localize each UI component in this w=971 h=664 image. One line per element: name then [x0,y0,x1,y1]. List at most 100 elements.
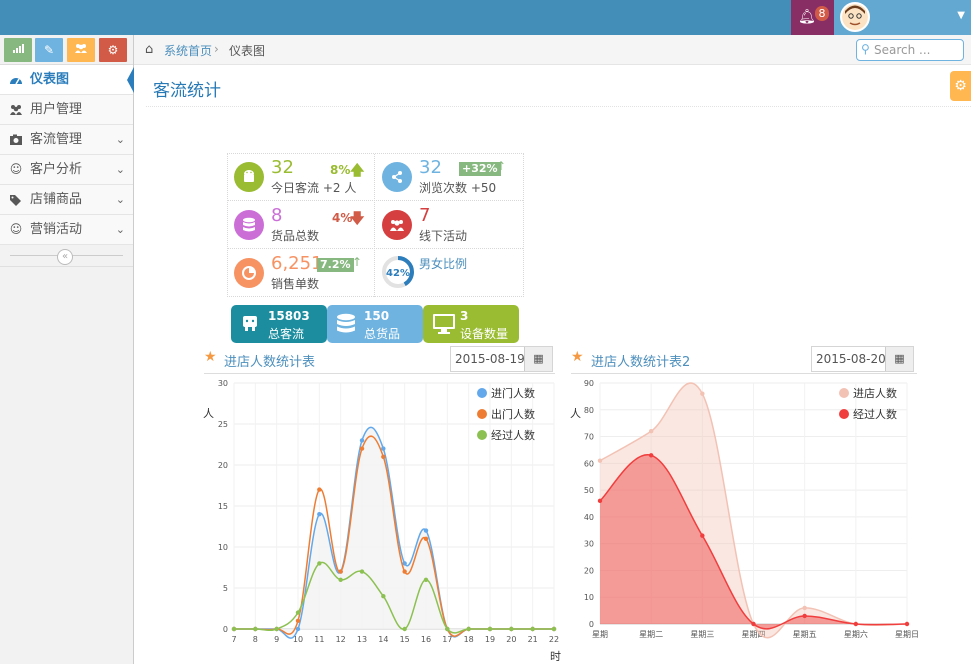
legend-marker [477,388,487,398]
data-point [597,458,603,463]
data-point [509,626,514,632]
date-input[interactable]: 2015-08-20 [816,352,886,366]
stat-total-products[interactable]: 150 总货品 [327,305,423,343]
chart1-xlabel: 时 [550,650,561,663]
sidebar-item-marketing[interactable]: ☺ 营销活动 ⌄ [0,215,133,245]
share-icon [382,162,412,192]
y-tick-label: 25 [218,420,228,429]
smile-icon: ☺ [9,222,23,236]
data-point [700,391,705,396]
y-tick-label: 60 [584,459,594,468]
stat-device-count[interactable]: 3 设备数量 [423,305,519,343]
y-tick-label: 10 [584,593,594,602]
y-tick-label: 80 [584,406,594,415]
settings-button[interactable]: ⚙ [950,71,971,101]
date-input[interactable]: 2015-08-19 [455,352,525,366]
sidebar-item-dashboard[interactable]: 仪表图 [0,65,134,97]
sidebar-item-label: 店铺商品 [30,192,83,207]
gender-ratio-percent: 42% [386,268,410,279]
x-tick-label: 星期五 [793,630,817,639]
x-tick-label: 星期 [592,630,608,639]
sidebar-item-label: 营销活动 [30,222,83,237]
y-tick-label: 20 [584,566,594,575]
dashboard-icon [8,65,24,97]
data-point [317,512,322,517]
infobox-label: 线下活动 [419,229,468,243]
cogs-icon[interactable]: ⚙ [99,38,127,62]
search-input[interactable]: Search ... [874,43,930,57]
chart1-ylabel: 人 [203,407,214,420]
database-icon [234,210,264,240]
y-tick-label: 0 [223,625,228,634]
data-point [648,453,654,458]
data-point [317,561,322,566]
home-icon[interactable]: ⌂ [145,42,153,57]
data-point [295,626,301,632]
stat-number: 150 [364,309,390,323]
divider [146,106,971,107]
data-point [700,533,705,538]
sidebar-item-products[interactable]: 店铺商品 ⌄ [0,185,133,215]
x-tick-label: 14 [378,635,388,644]
top-navbar: 🔔︎ 8 ▼ [0,0,971,35]
data-point [551,626,557,632]
sidebar-item-users[interactable]: 用户管理 [0,95,133,125]
sidebar-item-customer-analysis[interactable]: ☺ 客户分析 ⌄ [0,155,133,185]
x-tick-label: 星期六 [844,629,868,639]
active-indicator [127,67,134,93]
page-title: 客流统计 [153,81,221,101]
search-box[interactable]: ⚲ Search ... [856,39,964,61]
chart1-plot: 人 时 0510152025307 8 9 10 11 12 13 14 15 16 17 18 19 2… [203,379,561,663]
chart2-date-picker[interactable]: 2015-08-20 ▦ [811,346,914,372]
stat-total-traffic[interactable]: 15803 总客流 [231,305,327,343]
chart1-header: ★ 进店人数统计表 2015-08-19 ▦ [204,346,555,374]
database-icon [336,313,356,340]
chart1-date-picker[interactable]: 2015-08-19 ▦ [450,346,553,372]
data-point [487,626,493,632]
chevron-down-icon: ⌄ [115,223,125,236]
x-tick-label: 16 [421,635,431,644]
signal-icon[interactable] [4,38,32,62]
data-point [338,577,343,582]
stat-label: 总货品 [364,327,401,341]
calendar-icon[interactable]: ▦ [524,347,552,371]
users-icon [8,95,24,127]
infobox-badge: 7.2% [317,258,354,272]
infobox-value: 32 [271,157,294,178]
star-icon: ★ [571,349,584,365]
group-icon[interactable] [67,38,95,62]
avatar[interactable] [840,2,870,32]
breadcrumb-home-link[interactable]: 系统首页 [164,42,212,59]
infobox-label: 浏览次数 +50 [419,181,497,195]
android-icon [234,162,264,192]
infobox-value: 32 [419,157,442,178]
calendar-icon[interactable]: ▦ [885,347,913,371]
double-chevron-left-icon[interactable]: « [57,249,73,265]
legend-label: 经过人数 [491,429,535,442]
user-menu[interactable]: ▼ [834,0,971,35]
infobox-stat: 8% [330,163,351,177]
data-point [359,569,365,574]
sidebar-shortcuts: ✎ ⚙ [0,35,133,65]
sidebar-item-label: 用户管理 [30,102,83,117]
sidebar-item-label: 仪表图 [30,72,70,87]
sidebar-item-traffic[interactable]: 客流管理 ⌄ [0,125,133,155]
data-point [423,536,429,541]
y-tick-label: 15 [218,502,228,511]
data-point [231,626,237,632]
pencil-icon[interactable]: ✎ [35,38,63,62]
x-tick-label: 9 [274,635,279,644]
data-point [423,528,429,533]
notifications-button[interactable]: 🔔︎ 8 [791,0,834,35]
data-point [402,569,407,574]
sidebar-item-label: 客流管理 [30,132,83,147]
data-point [402,626,407,632]
sidebar-item-label: 客户分析 [30,162,83,177]
gear-icon: ⚙ [954,78,967,94]
infobox-label: 货品总数 [271,229,320,243]
arrow-up-icon: ↑ [352,255,363,269]
infobox-gender-ratio: 42% 男女比例 [376,250,523,297]
chevron-down-icon: ⌄ [115,133,125,146]
data-point [317,487,322,492]
stat-label: 总客流 [268,327,305,341]
